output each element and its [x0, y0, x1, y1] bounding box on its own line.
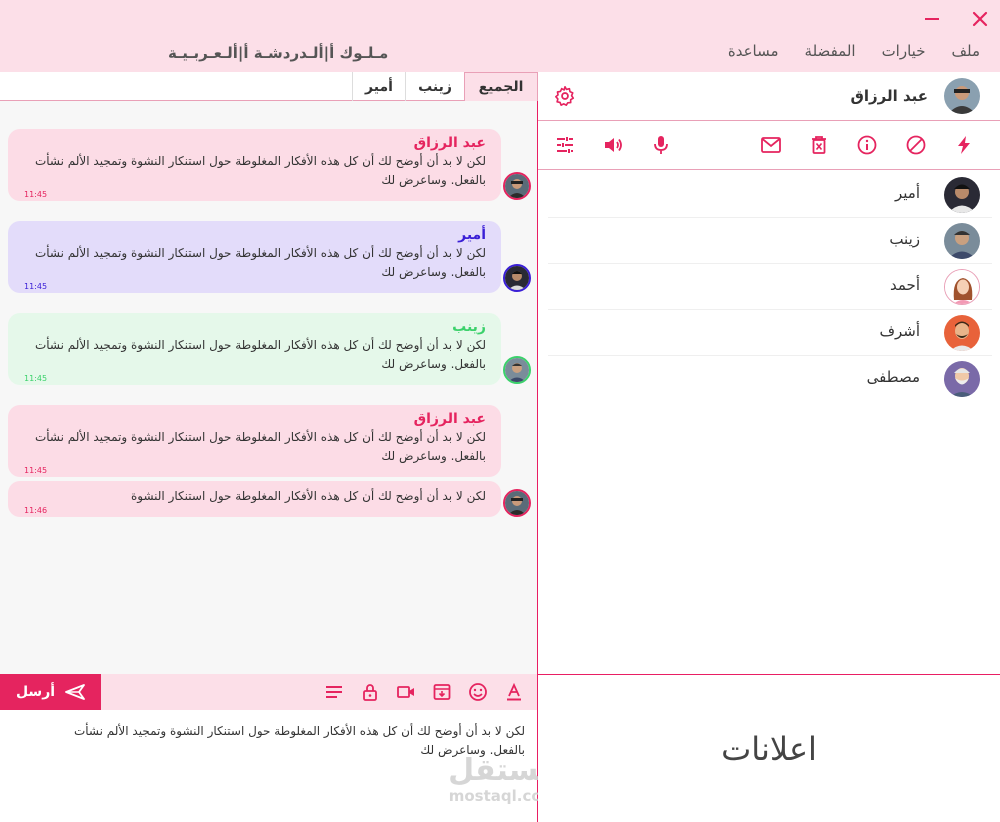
message-sender: عبد الرزاق	[413, 411, 486, 427]
user-photo-icon	[944, 177, 980, 213]
tune-icon[interactable]	[554, 134, 576, 156]
message-text: لكن لا بد أن أوضح لك أن كل هذه الأفكار ا…	[34, 246, 486, 279]
message-sender: عبد الرزاق	[413, 135, 486, 151]
message-time: 11:46	[24, 506, 48, 515]
action-toolbar	[538, 121, 1000, 170]
menu-file[interactable]: ملف	[951, 42, 980, 60]
message-text: لكن لا بد أن أوضح لك أن كل هذه الأفكار ا…	[34, 154, 486, 187]
gear-icon[interactable]	[554, 85, 576, 107]
contact-avatar	[944, 223, 980, 259]
message-bubble: عبد الرزاق لكن لا بد أن أوضح لك أن كل هذ…	[8, 129, 501, 201]
contact-avatar	[944, 269, 980, 305]
message-bubble: أمير لكن لا بد أن أوضح لك أن كل هذه الأف…	[8, 221, 501, 293]
avatar[interactable]	[503, 489, 531, 517]
send-button[interactable]: أرسل	[0, 674, 101, 710]
close-button[interactable]	[967, 6, 993, 32]
contact-name: أشرف	[879, 322, 920, 340]
app-title: مـلـوك أ|ألـدردشـة أ|ألـعـربـيـة	[168, 44, 389, 62]
ads-area: اعلانات	[538, 674, 1000, 822]
message-sender: زينب	[452, 319, 486, 335]
message-time: 11:45	[24, 190, 48, 199]
current-user-name: عبد الرزاق	[850, 87, 928, 105]
male-avatar-icon	[944, 315, 980, 351]
chat-tabs: الجميع زينب أمير	[0, 72, 538, 101]
contacts-panel: عبد الرزاق أمير زينب أحمد أشرف مصطفى	[538, 72, 1000, 674]
contact-name: أحمد	[890, 276, 920, 294]
ads-label: اعلانات	[721, 729, 817, 768]
elder-avatar-icon	[944, 361, 980, 397]
info-icon[interactable]	[856, 134, 878, 156]
message-time: 11:45	[24, 282, 48, 291]
user-photo-icon	[505, 266, 529, 290]
message-time: 11:45	[24, 466, 48, 475]
volume-icon[interactable]	[602, 134, 624, 156]
contact-item[interactable]: أشرف	[548, 310, 992, 356]
message-time: 11:45	[24, 374, 48, 383]
current-user-avatar[interactable]	[944, 78, 980, 114]
message-bubble: زينب لكن لا بد أن أوضح لك أن كل هذه الأف…	[8, 313, 501, 385]
chat-panel: الجميع زينب أمير عبد الرزاق لكن لا بد أن…	[0, 72, 538, 674]
contact-avatar	[944, 361, 980, 397]
message-bubble: لكن لا بد أن أوضح لك أن كل هذه الأفكار ا…	[8, 481, 501, 517]
send-icon	[65, 684, 85, 700]
align-icon[interactable]	[324, 682, 344, 702]
contact-item[interactable]: أحمد	[548, 264, 992, 310]
close-icon	[972, 11, 988, 27]
menu-help[interactable]: مساعدة	[728, 42, 779, 60]
message-bubble: عبد الرزاق لكن لا بد أن أوضح لك أن كل هذ…	[8, 405, 501, 477]
emoji-icon[interactable]	[468, 682, 488, 702]
archive-icon[interactable]	[432, 682, 452, 702]
current-user-header: عبد الرزاق	[538, 72, 1000, 121]
minimize-icon	[925, 18, 939, 20]
tab-zainab[interactable]: زينب	[405, 72, 464, 101]
user-photo-icon	[944, 223, 980, 259]
mic-icon[interactable]	[650, 134, 672, 156]
message-text: لكن لا بد أن أوضح لك أن كل هذه الأفكار ا…	[34, 338, 486, 371]
font-color-icon[interactable]	[504, 682, 524, 702]
contact-avatar	[944, 177, 980, 213]
contact-item[interactable]: أمير	[548, 172, 992, 218]
lock-icon[interactable]	[360, 682, 380, 702]
message-sender: أمير	[458, 227, 486, 243]
menu-bar: ملف خيارات المفضلة مساعدة	[728, 42, 980, 60]
contact-name: زينب	[889, 230, 920, 248]
video-icon[interactable]	[396, 682, 416, 702]
block-icon[interactable]	[905, 134, 927, 156]
mail-icon[interactable]	[760, 134, 782, 156]
delete-icon[interactable]	[808, 134, 830, 156]
flash-icon[interactable]	[953, 134, 975, 156]
tab-all[interactable]: الجميع	[464, 72, 538, 101]
message-text: لكن لا بد أن أوضح لك أن كل هذه الأفكار ا…	[130, 489, 486, 503]
user-photo-icon	[505, 358, 529, 382]
composer-toolbar: أرسل	[0, 674, 538, 710]
user-photo-icon	[944, 78, 980, 114]
contact-avatar	[944, 315, 980, 351]
send-label: أرسل	[15, 684, 56, 700]
user-photo-icon	[505, 174, 529, 198]
title-bar: ملف خيارات المفضلة مساعدة مـلـوك أ|ألـدر…	[0, 0, 1000, 72]
minimize-button[interactable]	[919, 6, 945, 32]
contact-item[interactable]: زينب	[548, 218, 992, 264]
contact-name: مصطفى	[866, 368, 920, 386]
menu-options[interactable]: خيارات	[882, 42, 926, 60]
contact-item[interactable]: مصطفى	[548, 356, 992, 402]
menu-favorites[interactable]: المفضلة	[805, 42, 856, 60]
tab-amir[interactable]: أمير	[352, 72, 405, 101]
avatar[interactable]	[503, 264, 531, 292]
female-avatar-icon	[945, 270, 979, 304]
avatar[interactable]	[503, 356, 531, 384]
contact-name: أمير	[894, 184, 920, 202]
avatar[interactable]	[503, 172, 531, 200]
user-photo-icon	[505, 491, 529, 515]
message-text: لكن لا بد أن أوضح لك أن كل هذه الأفكار ا…	[34, 430, 486, 463]
